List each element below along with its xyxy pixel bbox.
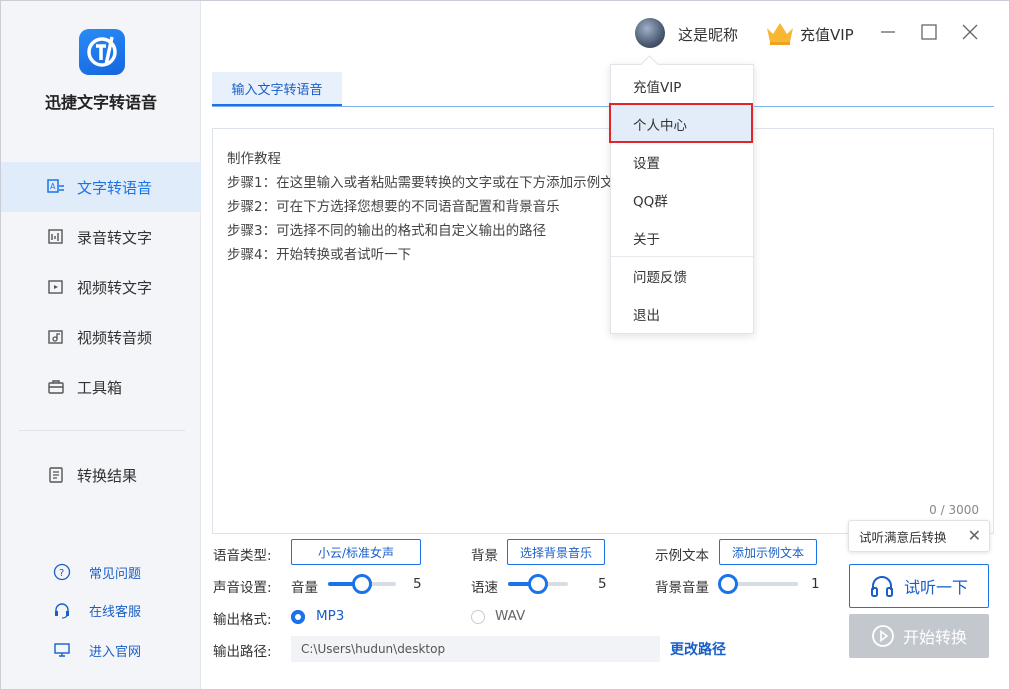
audio-to-text-icon xyxy=(47,228,65,246)
menu-item-about[interactable]: 关于 xyxy=(611,219,753,257)
video-to-audio-icon xyxy=(47,328,65,346)
output-path-input[interactable] xyxy=(291,636,660,662)
close-icon[interactable] xyxy=(960,22,980,42)
help-label: 常见问题 xyxy=(89,566,142,582)
sidebar: 迅捷文字转语音 A 文字转语音 录音转文字 视频转文字 视频转音频 工具箱 转换… xyxy=(1,1,201,689)
sound-settings-label: 声音设置: xyxy=(213,580,272,596)
start-label: 开始转换 xyxy=(902,628,967,647)
toolbox-icon xyxy=(47,378,65,396)
svg-text:?: ? xyxy=(59,568,64,579)
menu-item-logout[interactable]: 退出 xyxy=(611,295,753,333)
help-label: 进入官网 xyxy=(89,644,142,660)
video-to-text-icon xyxy=(47,278,65,296)
sidebar-item-audio-to-text[interactable]: 录音转文字 xyxy=(1,212,201,262)
listen-tooltip: 试听满意后转换 ✕ xyxy=(848,520,990,552)
voice-type-label: 语音类型: xyxy=(213,548,272,564)
avatar[interactable] xyxy=(635,18,665,48)
tooltip-text: 试听满意后转换 xyxy=(859,529,947,545)
sidebar-item-toolbox[interactable]: 工具箱 xyxy=(1,362,201,412)
bg-volume-slider-thumb[interactable] xyxy=(718,574,738,594)
editor-line: 步骤2：可在下方选择您想要的不同语音配置和背景音乐 xyxy=(227,199,560,215)
app-logo-icon xyxy=(79,29,125,75)
monitor-icon xyxy=(53,641,71,659)
user-nickname[interactable]: 这是昵称 xyxy=(678,24,738,45)
sidebar-item-label: 转换结果 xyxy=(77,466,138,485)
vip-label[interactable]: 充值VIP xyxy=(800,24,854,45)
sidebar-item-label: 视频转文字 xyxy=(77,278,153,297)
svg-text:A: A xyxy=(50,182,56,191)
volume-slider[interactable] xyxy=(328,574,396,594)
help-faq-link[interactable]: ? 常见问题 xyxy=(53,561,141,583)
editor-line: 制作教程 xyxy=(227,151,281,167)
help-label: 在线客服 xyxy=(89,604,142,620)
char-counter: 0 / 3000 xyxy=(929,503,979,517)
sidebar-item-label: 工具箱 xyxy=(77,378,123,397)
bg-volume-slider[interactable] xyxy=(718,574,798,594)
format-mp3-radio[interactable] xyxy=(291,610,305,624)
headphones-icon xyxy=(870,575,894,597)
sidebar-divider xyxy=(19,430,185,431)
menu-item-qq-group[interactable]: QQ群 xyxy=(611,181,753,219)
editor-line: 步骤1：在这里输入或者粘贴需要转换的文字或在下方添加示例文本 xyxy=(227,175,628,191)
add-sample-button[interactable]: 添加示例文本 xyxy=(719,539,817,565)
sidebar-item-result[interactable]: 转换结果 xyxy=(1,450,201,500)
tab-text-input[interactable]: 输入文字转语音 xyxy=(212,72,342,106)
app-name: 迅捷文字转语音 xyxy=(44,93,157,112)
speed-slider[interactable] xyxy=(508,574,568,594)
result-icon xyxy=(47,466,65,484)
headset-icon xyxy=(53,601,71,619)
sidebar-item-label: 文字转语音 xyxy=(77,178,153,197)
maximize-icon[interactable] xyxy=(919,22,939,42)
bg-volume-value: 1 xyxy=(811,576,820,592)
voice-type-button[interactable]: 小云/标准女声 xyxy=(291,539,421,565)
sample-label: 示例文本 xyxy=(655,548,709,564)
close-icon[interactable]: ✕ xyxy=(968,528,981,544)
play-icon xyxy=(871,624,895,648)
sidebar-item-video-to-audio[interactable]: 视频转音频 xyxy=(1,312,201,362)
select-bgm-button[interactable]: 选择背景音乐 xyxy=(507,539,605,565)
editor-line: 步骤4：开始转换或者试听一下 xyxy=(227,247,412,263)
change-path-link[interactable]: 更改路径 xyxy=(670,639,726,659)
volume-label: 音量 xyxy=(291,580,318,596)
tab-underline xyxy=(212,106,994,107)
volume-slider-thumb[interactable] xyxy=(352,574,372,594)
bg-volume-label: 背景音量 xyxy=(655,580,709,596)
menu-item-vip[interactable]: 充值VIP xyxy=(611,67,753,105)
question-icon: ? xyxy=(53,563,71,581)
sidebar-item-label: 视频转音频 xyxy=(77,328,153,347)
sidebar-item-label: 录音转文字 xyxy=(77,228,153,247)
menu-item-profile[interactable]: 个人中心 xyxy=(611,105,753,143)
help-support-link[interactable]: 在线客服 xyxy=(53,599,141,621)
menu-item-feedback[interactable]: 问题反馈 xyxy=(611,257,753,295)
background-label: 背景 xyxy=(471,548,498,564)
start-convert-button[interactable]: 开始转换 xyxy=(849,614,989,658)
sidebar-item-video-to-text[interactable]: 视频转文字 xyxy=(1,262,201,312)
listen-label: 试听一下 xyxy=(903,578,968,597)
output-path-label: 输出路径: xyxy=(213,644,272,660)
volume-value: 5 xyxy=(413,576,422,592)
speed-slider-thumb[interactable] xyxy=(528,574,548,594)
sidebar-item-text-to-speech[interactable]: A 文字转语音 xyxy=(1,162,201,212)
crown-icon[interactable] xyxy=(765,20,795,50)
listen-button[interactable]: 试听一下 xyxy=(849,564,989,608)
editor-line: 步骤3：可选择不同的输出的格式和自定义输出的路径 xyxy=(227,223,547,239)
speed-label: 语速 xyxy=(471,580,498,596)
help-website-link[interactable]: 进入官网 xyxy=(53,639,141,661)
speed-value: 5 xyxy=(598,576,607,592)
user-dropdown-menu: 充值VIP 个人中心 设置 QQ群 关于 问题反馈 退出 xyxy=(610,64,754,334)
text-to-speech-icon: A xyxy=(47,178,65,196)
text-editor[interactable]: 制作教程 步骤1：在这里输入或者粘贴需要转换的文字或在下方添加示例文本 步骤2：… xyxy=(212,128,994,534)
format-mp3-label[interactable]: MP3 xyxy=(316,608,344,624)
format-wav-radio[interactable] xyxy=(471,610,485,624)
output-format-label: 输出格式: xyxy=(213,612,272,628)
format-wav-label[interactable]: WAV xyxy=(495,608,525,624)
menu-item-settings[interactable]: 设置 xyxy=(611,143,753,181)
minimize-icon[interactable] xyxy=(878,22,898,42)
